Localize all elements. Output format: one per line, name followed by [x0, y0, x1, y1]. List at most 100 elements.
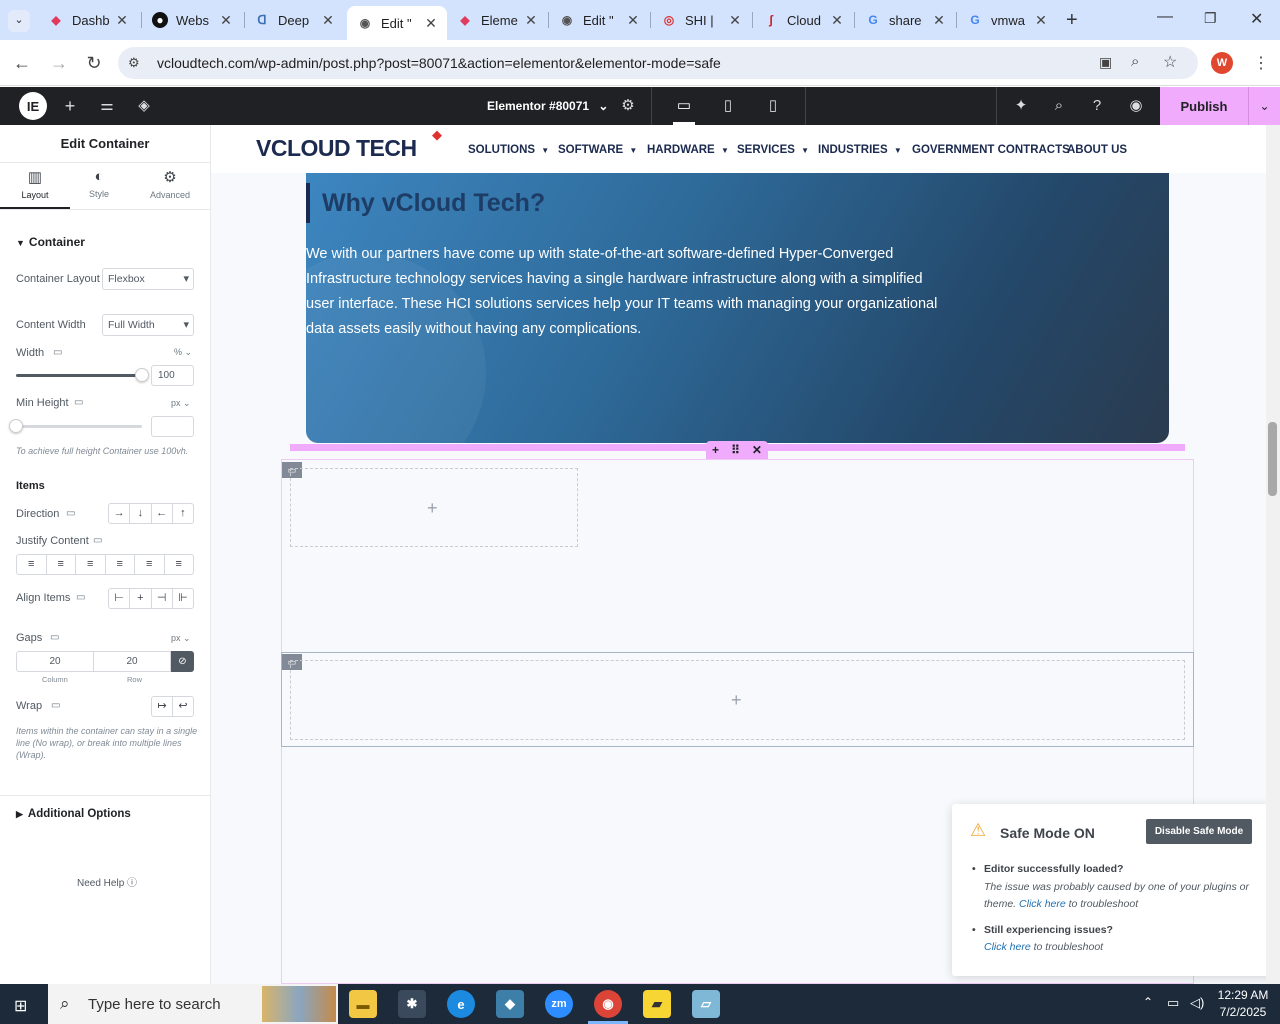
zoom-app-icon[interactable]: zm — [545, 990, 573, 1018]
close-icon[interactable]: ✕ — [727, 12, 743, 29]
justify-center-icon[interactable]: ≡ — [47, 555, 76, 574]
back-button[interactable]: ← — [11, 52, 33, 74]
desktop-icon[interactable]: ▭ — [53, 347, 62, 358]
drag-handle-icon[interactable]: ⠿ — [731, 443, 740, 457]
justify-space-between-icon[interactable]: ≡ — [106, 555, 135, 574]
profile-avatar[interactable]: W — [1211, 52, 1233, 74]
need-help-link[interactable]: Need Help ⓘ — [77, 874, 137, 889]
site-info-icon[interactable]: ⚙ — [128, 55, 140, 71]
search-icon[interactable]: ⌕ — [1049, 96, 1069, 116]
edge-icon[interactable]: e — [447, 990, 475, 1018]
justify-space-around-icon[interactable]: ≡ — [135, 555, 165, 574]
network-icon[interactable]: ▭ — [1167, 995, 1179, 1011]
align-center-icon[interactable]: + — [130, 589, 152, 608]
close-icon[interactable]: ✕ — [523, 12, 539, 29]
page-settings-icon[interactable]: ⚙ — [618, 96, 638, 116]
app-icon[interactable]: ✱ — [398, 990, 426, 1018]
reload-button[interactable]: ↻ — [83, 52, 105, 74]
sticky-notes-icon[interactable]: ▰ — [643, 990, 671, 1018]
wrap-icon[interactable]: ↩ — [173, 697, 193, 716]
menu-services[interactable]: SERVICES ▼ — [737, 144, 809, 156]
align-end-icon[interactable]: ⊣ — [152, 589, 173, 608]
browser-tab[interactable]: Gvmwa ✕ — [957, 6, 1057, 34]
desktop-icon[interactable]: ▭ — [66, 508, 75, 519]
new-tab-button[interactable]: + — [1066, 9, 1078, 32]
volume-icon[interactable]: ◁) — [1190, 995, 1204, 1011]
browser-tab[interactable]: ◉ Edit " ✕ — [549, 6, 649, 34]
gap-row-input[interactable]: 20 — [93, 651, 171, 672]
tab-search-button[interactable]: ⌄ — [8, 10, 30, 32]
min-height-input[interactable] — [151, 416, 194, 437]
site-logo[interactable]: VCLOUD TECH — [256, 135, 417, 162]
justify-start-icon[interactable]: ≡ — [17, 555, 47, 574]
tablet-icon[interactable]: ▯ — [718, 96, 738, 116]
desktop-icon[interactable]: ▭ — [74, 397, 83, 408]
troubleshoot-link[interactable]: Click here — [1019, 898, 1066, 910]
delete-container-icon[interactable]: ✕ — [752, 443, 762, 457]
browser-tab[interactable]: ʃ Cloud ✕ — [753, 6, 853, 34]
browser-tab-active[interactable]: ◉ Edit " ✕ — [347, 6, 447, 40]
browser-tab[interactable]: Gshare ✕ — [855, 6, 955, 34]
bookmark-star-icon[interactable]: ☆ — [1163, 52, 1177, 72]
desktop-icon[interactable]: ▭ — [51, 700, 60, 711]
desktop-icon[interactable]: ▭ — [93, 535, 102, 546]
taskbar-clock[interactable]: 12:29 AM 7/2/2025 — [1216, 987, 1270, 1021]
desktop-icon[interactable]: ▭ — [50, 632, 59, 643]
page-scrollbar[interactable] — [1266, 125, 1280, 984]
mobile-icon[interactable]: ▯ — [763, 96, 783, 116]
align-start-icon[interactable]: ⊢ — [109, 589, 131, 608]
gaps-unit-select[interactable]: px ⌄ — [171, 633, 191, 644]
close-icon[interactable]: ✕ — [829, 12, 845, 29]
menu-hardware[interactable]: HARDWARE ▼ — [647, 144, 729, 156]
align-stretch-icon[interactable]: ⊩ — [173, 589, 193, 608]
tab-advanced[interactable]: ⚙ Advanced — [135, 168, 205, 200]
browser-tab[interactable]: ● Webs ✕ — [142, 6, 242, 34]
tab-style[interactable]: ◐ Style — [64, 168, 134, 199]
close-icon[interactable]: ✕ — [423, 15, 439, 32]
menu-software[interactable]: SOFTWARE ▼ — [558, 144, 637, 156]
notifications-icon[interactable]: ✦ — [1011, 96, 1031, 116]
menu-industries[interactable]: INDUSTRIES ▼ — [818, 144, 902, 156]
browser-menu-icon[interactable]: ⋮ — [1253, 53, 1269, 73]
publish-button[interactable]: Publish — [1160, 87, 1248, 125]
section-container-toggle[interactable]: ▼ Container — [16, 235, 85, 249]
browser-tab[interactable]: ◎ SHI | ✕ — [651, 6, 751, 34]
direction-row-icon[interactable]: → — [109, 504, 131, 523]
preview-eye-icon[interactable]: ◉ — [1126, 96, 1146, 116]
menu-government-contracts[interactable]: GOVERNMENT CONTRACTS — [912, 144, 1070, 156]
close-window-button[interactable]: ✕ — [1250, 9, 1263, 29]
close-icon[interactable]: ✕ — [114, 12, 130, 29]
nowrap-icon[interactable]: ↦ — [152, 697, 173, 716]
width-input[interactable]: 100 — [151, 365, 194, 386]
forward-button[interactable]: → — [48, 52, 70, 74]
min-height-unit-select[interactable]: px ⌄ — [171, 398, 191, 409]
document-title[interactable]: Elementor #80071 ⌄ — [487, 99, 608, 113]
direction-column-icon[interactable]: ↓ — [130, 504, 152, 523]
width-unit-select[interactable]: % ⌄ — [174, 347, 192, 358]
zoom-icon[interactable]: ⌕ — [1131, 53, 1139, 70]
show-hidden-icons-chevron-icon[interactable]: ⌃ — [1143, 995, 1153, 1009]
gap-column-input[interactable]: 20 — [16, 651, 94, 672]
link-values-icon[interactable]: ⊘ — [171, 651, 194, 672]
restore-button[interactable]: ❐ — [1204, 10, 1217, 27]
browser-tab[interactable]: ᗡ Deep ✕ — [244, 6, 344, 34]
browser-tab[interactable]: ◆ Dashb ✕ — [38, 6, 138, 34]
menu-about-us[interactable]: ABOUT US — [1067, 144, 1127, 156]
justify-end-icon[interactable]: ≡ — [76, 555, 106, 574]
min-height-slider-track[interactable] — [16, 425, 142, 428]
elementor-logo-icon[interactable]: IE — [19, 92, 47, 120]
help-icon[interactable]: ? — [1087, 96, 1107, 116]
desktop-icon[interactable]: ▭ — [674, 96, 694, 116]
close-icon[interactable]: ✕ — [320, 12, 336, 29]
container-layout-select[interactable]: Flexbox — [102, 268, 194, 290]
close-icon[interactable]: ✕ — [625, 12, 641, 29]
close-icon[interactable]: ✕ — [1033, 12, 1049, 29]
file-explorer-icon[interactable]: ▬ — [349, 990, 377, 1018]
add-element-icon[interactable]: + — [60, 96, 80, 116]
app-icon[interactable]: ▱ — [692, 990, 720, 1018]
site-settings-icon[interactable]: ⚌ — [97, 96, 117, 116]
direction-column-reverse-icon[interactable]: ↑ — [173, 504, 193, 523]
direction-row-reverse-icon[interactable]: ← — [152, 504, 173, 523]
troubleshoot-link[interactable]: Click here — [984, 941, 1031, 953]
min-height-slider-handle[interactable] — [9, 419, 23, 433]
